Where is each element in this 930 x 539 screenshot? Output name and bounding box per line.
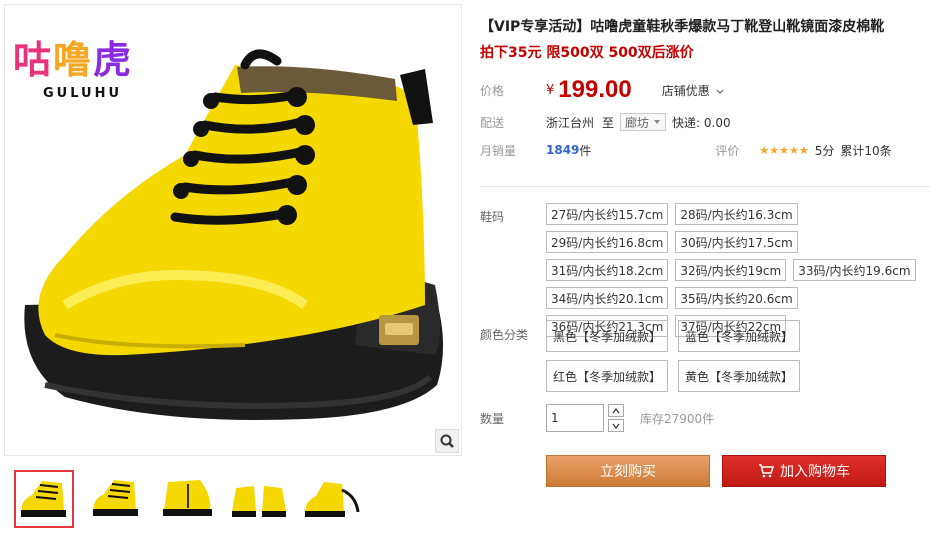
thumb-boot-icon bbox=[305, 482, 360, 517]
quantity-decrease[interactable] bbox=[608, 419, 624, 432]
size-option[interactable]: 35码/内长约20.6cm bbox=[675, 287, 798, 309]
sales-row: 月销量 1849 件 评价 ★★★★★ 5分 累计10条 bbox=[480, 140, 892, 160]
thumb-boot-icon bbox=[21, 481, 66, 517]
currency-symbol: ¥ bbox=[546, 82, 555, 98]
size-option[interactable]: 28码/内长约16.3cm bbox=[675, 203, 798, 225]
thumbnail-5[interactable] bbox=[296, 466, 368, 530]
rating-label: 评价 bbox=[715, 143, 740, 158]
down-arrow-icon bbox=[612, 423, 620, 429]
price-row: 价格 ¥ 199.00 店铺优惠 bbox=[480, 76, 724, 103]
price-label: 价格 bbox=[480, 83, 505, 98]
ship-from: 浙江台州 bbox=[546, 115, 595, 130]
monthly-sales-label: 月销量 bbox=[480, 143, 517, 158]
shop-promo-dropdown[interactable]: 店铺优惠 bbox=[662, 82, 724, 99]
destination-select[interactable]: 廊坊 bbox=[620, 113, 667, 131]
promo-subtitle: 拍下35元 限500双 500双后涨价 bbox=[480, 45, 694, 61]
thumbnail-1[interactable] bbox=[14, 470, 74, 528]
thumbnail-2[interactable] bbox=[80, 466, 152, 530]
review-count-link[interactable]: 累计10条 bbox=[840, 142, 891, 159]
stock-text: 库存27900件 bbox=[640, 412, 715, 426]
color-options: 黑色【冬季加绒款】 蓝色【冬季加绒款】 红色【冬季加绒款】 黄色【冬季加绒款】 bbox=[546, 320, 930, 400]
thumb-boot-icon bbox=[163, 480, 212, 516]
color-option[interactable]: 黑色【冬季加绒款】 bbox=[546, 320, 669, 352]
ship-to-word: 至 bbox=[602, 115, 615, 130]
add-to-cart-label: 加入购物车 bbox=[780, 464, 850, 480]
size-option[interactable]: 33码/内长约19.6cm bbox=[793, 259, 916, 281]
zoom-icon bbox=[440, 434, 454, 448]
up-arrow-icon bbox=[612, 407, 620, 413]
divider bbox=[480, 186, 930, 187]
shop-promo-label: 店铺优惠 bbox=[661, 83, 710, 98]
size-option[interactable]: 30码/内长约17.5cm bbox=[675, 231, 798, 253]
product-gallery: 咕噜虎 GULUHU bbox=[4, 4, 462, 534]
quantity-increase[interactable] bbox=[608, 404, 624, 417]
monthly-sales-unit: 件 bbox=[579, 143, 592, 158]
thumbnail-strip bbox=[4, 466, 462, 534]
thumb-boot-icon bbox=[232, 486, 286, 517]
thumbnail-4[interactable] bbox=[224, 466, 296, 530]
zoom-button[interactable] bbox=[435, 429, 459, 453]
size-option[interactable]: 27码/内长约15.7cm bbox=[546, 203, 669, 225]
thumb-boot-icon bbox=[93, 480, 138, 516]
quantity-input[interactable]: 1 bbox=[546, 404, 604, 432]
product-title: 【VIP专享活动】咕噜虎童鞋秋季爆款马丁靴登山靴镜面漆皮棉靴 bbox=[480, 19, 885, 35]
quantity-label: 数量 bbox=[480, 412, 505, 426]
rating-stars: ★★★★★ bbox=[759, 143, 809, 157]
price-value: 199.00 bbox=[558, 76, 632, 103]
chevron-down-icon bbox=[654, 120, 661, 124]
product-info: 【VIP专享活动】咕噜虎童鞋秋季爆款马丁靴登山靴镜面漆皮棉靴 拍下35元 限50… bbox=[470, 0, 930, 539]
color-option[interactable]: 蓝色【冬季加绒款】 bbox=[678, 320, 801, 352]
cart-icon bbox=[759, 464, 774, 478]
express-fee: 快递: 0.00 bbox=[672, 115, 731, 130]
buy-now-button[interactable]: 立刻购买 bbox=[546, 455, 710, 487]
size-option[interactable]: 34码/内长约20.1cm bbox=[546, 287, 669, 309]
shipping-row: 配送 浙江台州 至 廊坊 快递: 0.00 bbox=[480, 112, 731, 132]
monthly-sales-count: 1849 bbox=[546, 143, 580, 157]
color-label: 颜色分类 bbox=[480, 328, 529, 342]
color-option[interactable]: 红色【冬季加绒款】 bbox=[546, 360, 669, 392]
rating-score: 5分 bbox=[814, 143, 835, 158]
shipping-label: 配送 bbox=[480, 115, 505, 130]
boot-illustration bbox=[24, 49, 444, 421]
thumbnail-3[interactable] bbox=[152, 466, 224, 530]
size-option[interactable]: 32码/内长约19cm bbox=[675, 259, 787, 281]
color-option[interactable]: 黄色【冬季加绒款】 bbox=[678, 360, 801, 392]
size-option[interactable]: 31码/内长约18.2cm bbox=[546, 259, 669, 281]
destination-value: 廊坊 bbox=[625, 115, 650, 130]
size-label: 鞋码 bbox=[480, 210, 505, 224]
main-product-image[interactable]: 咕噜虎 GULUHU bbox=[4, 4, 462, 456]
size-option[interactable]: 29码/内长约16.8cm bbox=[546, 231, 669, 253]
chevron-down-icon bbox=[716, 89, 723, 94]
add-to-cart-button[interactable]: 加入购物车 bbox=[722, 455, 886, 487]
